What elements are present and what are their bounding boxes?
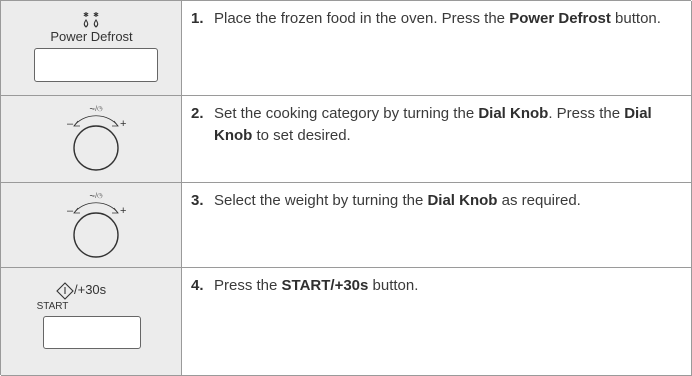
dial-knob-icon[interactable]: ⏦/◷ <box>56 191 136 261</box>
step-text: Press the START/+30s button. <box>214 275 681 297</box>
step-row-3: ⏦/◷ – + 3. Select the weight by turning … <box>1 183 692 268</box>
step-1-text-cell: 1. Place the frozen food in the oven. Pr… <box>182 1 691 95</box>
step-text-part: Place the frozen food in the oven. Press… <box>214 10 510 27</box>
dial-minus-label: – <box>67 118 74 130</box>
step-number: 4. <box>191 277 204 294</box>
dial-plus-label: + <box>120 205 127 217</box>
step-bold-term: Dial Knob <box>478 105 549 122</box>
step-1-icon-cell: Power Defrost <box>1 1 182 95</box>
step-text-part: button. <box>610 10 661 27</box>
dial-plus-label: + <box>120 118 127 130</box>
step-number: 1. <box>191 10 204 27</box>
step-number: 2. <box>191 105 204 122</box>
power-defrost-label: Power Defrost <box>50 29 133 44</box>
svg-text:⏦/◷: ⏦/◷ <box>89 106 103 113</box>
svg-text:⏦/◷: ⏦/◷ <box>89 193 103 200</box>
start-label: START <box>36 301 69 312</box>
step-2: 2. Set the cooking category by turning t… <box>191 103 681 147</box>
step-2-text-cell: 2. Set the cooking category by turning t… <box>182 96 691 182</box>
step-bold-term: Power Defrost <box>509 10 611 27</box>
start-diamond-icon <box>56 282 74 300</box>
step-text-part: Select the weight by turning the <box>214 192 428 209</box>
step-4-text-cell: 4. Press the START/+30s button. <box>182 268 691 375</box>
step-text: Set the cooking category by turning the … <box>214 103 681 147</box>
start-plus30-label: /+30s <box>74 282 107 297</box>
step-3-text-cell: 3. Select the weight by turning the Dial… <box>182 183 691 267</box>
start-button[interactable] <box>43 316 141 349</box>
step-1: 1. Place the frozen food in the oven. Pr… <box>191 8 681 30</box>
step-4: 4. Press the START/+30s button. <box>191 275 681 297</box>
step-bold-term: START/+30s <box>281 277 369 294</box>
step-2-icon-cell: ⏦/◷ – + <box>1 96 182 182</box>
step-row-4: /+30s START 4. Press the START/+30s butt… <box>1 268 692 376</box>
power-defrost-button[interactable] <box>34 48 158 82</box>
step-text: Select the weight by turning the Dial Kn… <box>214 190 681 212</box>
dial-minus-label: – <box>67 205 74 217</box>
step-text-part: . Press the <box>548 105 625 122</box>
step-text-part: Set the cooking category by turning the <box>214 105 479 122</box>
defrost-icon <box>83 12 99 28</box>
step-text: Place the frozen food in the oven. Press… <box>214 8 681 30</box>
step-text-part: as required. <box>497 192 581 209</box>
step-4-icon-cell: /+30s START <box>1 268 182 375</box>
step-text-part: button. <box>368 277 419 294</box>
step-row-1: Power Defrost 1. Place the frozen food i… <box>1 1 692 96</box>
step-text-part: Press the <box>214 277 282 294</box>
step-3: 3. Select the weight by turning the Dial… <box>191 190 681 212</box>
step-number: 3. <box>191 192 204 209</box>
step-3-icon-cell: ⏦/◷ – + <box>1 183 182 267</box>
step-row-2: ⏦/◷ – + 2. Set the cooking category by t… <box>1 96 692 183</box>
dial-knob-icon[interactable]: ⏦/◷ <box>56 104 136 174</box>
step-bold-term: Dial Knob <box>427 192 498 209</box>
instruction-table: Power Defrost 1. Place the frozen food i… <box>0 0 692 376</box>
step-text-part: to set desired. <box>252 127 351 144</box>
